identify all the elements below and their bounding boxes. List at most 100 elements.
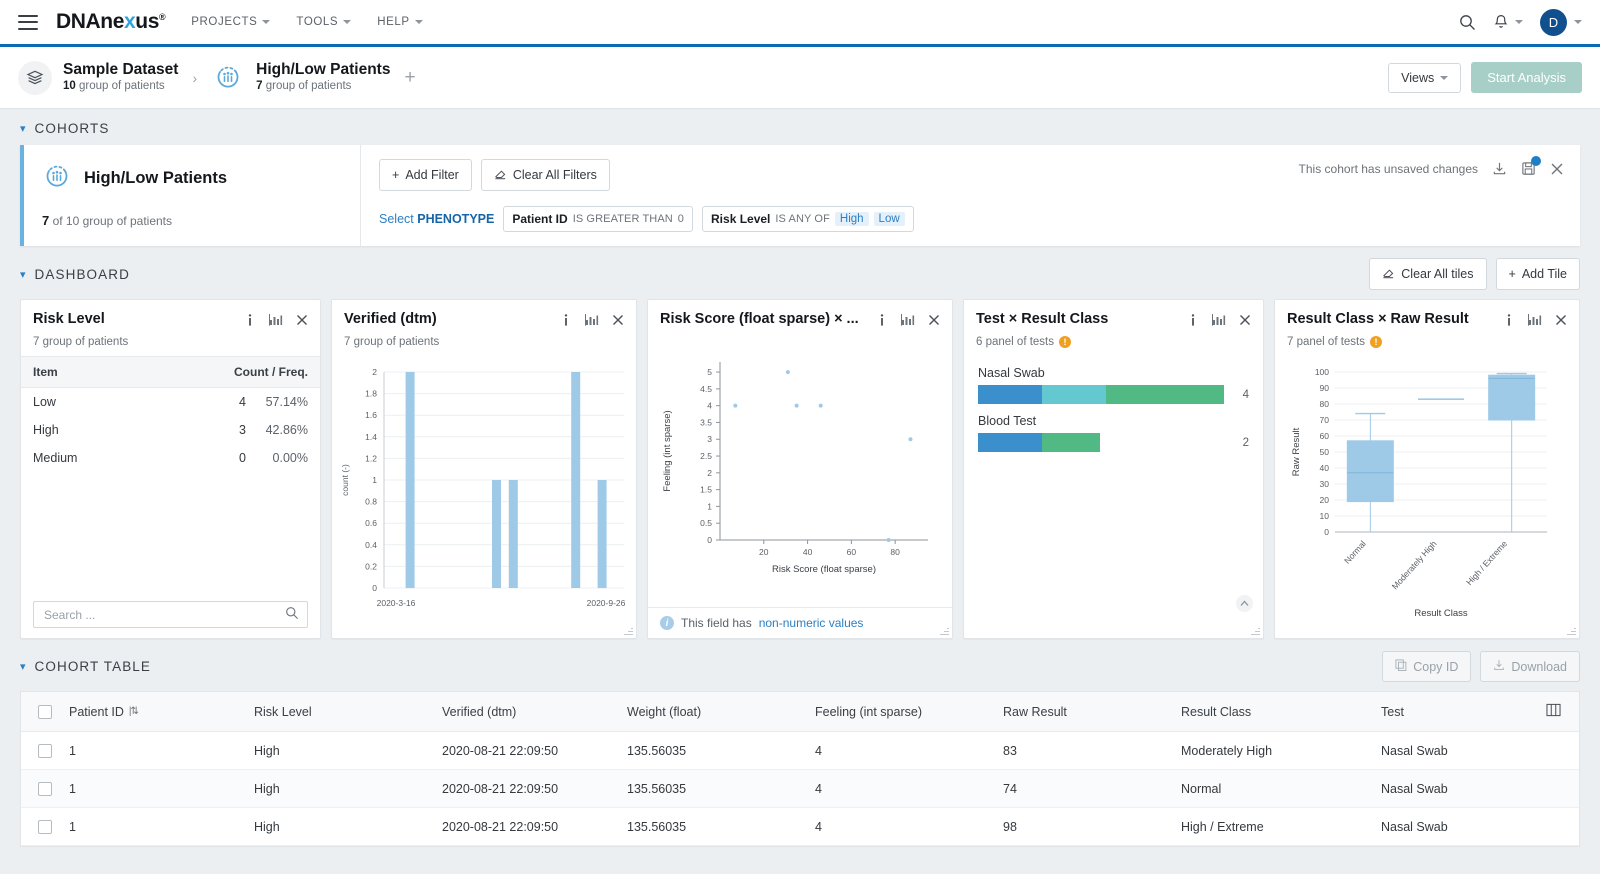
filter-pill-patient-id[interactable]: Patient ID IS GREATER THAN 0 — [503, 206, 694, 232]
close-icon[interactable] — [1550, 162, 1564, 176]
column-header-weight[interactable]: Weight (float) — [627, 705, 815, 719]
non-numeric-values-link[interactable]: non-numeric values — [759, 616, 864, 630]
chart-type-icon[interactable] — [585, 313, 599, 330]
close-icon[interactable] — [296, 314, 308, 329]
breadcrumb-cohort[interactable]: High/Low Patients 7 group of patients — [211, 61, 390, 95]
cohort-people-icon — [42, 162, 72, 195]
search-box[interactable] — [33, 601, 308, 628]
chart-type-icon[interactable] — [1212, 313, 1226, 330]
scatter-chart[interactable]: 0 0.5 1 1.5 2 2.5 3 3.5 4 4.5 5 20 40 60 80 Risk Score … — [648, 344, 952, 614]
boxplot-chart[interactable]: 0 10 20 30 40 50 60 70 80 90 100 Normal Moderately H… — [1275, 356, 1579, 636]
info-icon[interactable] — [1503, 313, 1515, 330]
frequency-row[interactable]: Low 4 57.14% — [21, 388, 320, 416]
row-checkbox[interactable] — [21, 819, 69, 834]
cell-test: Nasal Swab — [1381, 781, 1448, 796]
search-input[interactable] — [42, 606, 285, 623]
column-header-test[interactable]: Test — [1381, 705, 1541, 719]
clear-all-filters-button[interactable]: Clear All Filters — [480, 159, 610, 191]
tile-body: Nasal Swab 4 Blood Test 2 — [964, 356, 1263, 638]
nav-item-projects[interactable]: PROJECTS — [191, 16, 271, 28]
add-filter-button[interactable]: + Add Filter — [379, 159, 472, 191]
stacked-bar-row[interactable]: 4 — [978, 385, 1249, 404]
info-icon[interactable] — [244, 313, 256, 330]
cohorts-panel-wrap: High/Low Patients 7 of 10 group of patie… — [0, 145, 1600, 246]
filter-pill-risk-level[interactable]: Risk Level IS ANY OF High Low — [702, 206, 914, 232]
column-header-raw-result[interactable]: Raw Result — [1003, 705, 1181, 719]
save-cohort-icon[interactable] — [1521, 156, 1541, 176]
svg-text:4.5: 4.5 — [700, 384, 712, 394]
row-checkbox[interactable] — [21, 781, 69, 796]
clear-all-tiles-button[interactable]: Clear All tiles — [1369, 258, 1487, 290]
column-settings-icon[interactable] — [1546, 703, 1579, 720]
filter-chip-high[interactable]: High — [834, 212, 869, 226]
column-header-patient-id[interactable]: Patient ID |⇅ — [69, 705, 254, 719]
cell-patient-id: 1 — [69, 743, 76, 758]
frequency-row[interactable]: Medium 0 0.00% — [21, 444, 320, 472]
dataset-unit: group of patients — [79, 79, 165, 92]
user-avatar[interactable]: D — [1540, 8, 1567, 36]
column-header-risk-level[interactable]: Risk Level — [254, 705, 442, 719]
row-count: 3 — [239, 423, 246, 437]
filter-chip-low[interactable]: Low — [873, 212, 905, 226]
close-icon[interactable] — [1239, 314, 1251, 329]
search-icon[interactable] — [1459, 14, 1476, 31]
stacked-bar-nasal-swab[interactable] — [978, 385, 1224, 404]
cohort-summary: High/Low Patients 7 of 10 group of patie… — [24, 145, 360, 246]
copy-id-button[interactable]: Copy ID — [1382, 651, 1472, 682]
chart-type-icon[interactable] — [901, 313, 915, 330]
breadcrumb-dataset[interactable]: Sample Dataset 10 group of patients — [18, 60, 178, 95]
search-icon[interactable] — [285, 606, 299, 623]
frequency-row[interactable]: High 3 42.86% — [21, 416, 320, 444]
download-icon[interactable] — [1492, 161, 1507, 176]
hamburger-menu-icon[interactable] — [18, 14, 38, 30]
dataset-count: 10 — [63, 79, 76, 92]
info-icon[interactable] — [1187, 313, 1199, 330]
histogram-chart[interactable]: 0 0.2 0.4 0.6 0.8 1 1.2 1.4 1.6 1.8 2 2020-3-16 2020… — [332, 356, 636, 636]
stacked-bar-row[interactable]: 2 — [978, 433, 1249, 452]
warning-icon[interactable]: ! — [1370, 336, 1382, 348]
chevron-down-icon[interactable] — [1574, 20, 1582, 24]
resize-handle[interactable] — [1567, 626, 1576, 635]
row-freq: 42.86% — [265, 423, 308, 437]
close-icon[interactable] — [612, 314, 624, 329]
add-tile-button[interactable]: + Add Tile — [1495, 258, 1580, 290]
column-header-verified[interactable]: Verified (dtm) — [442, 705, 627, 719]
add-breadcrumb-button[interactable]: + — [404, 68, 415, 87]
table-row[interactable]: 1 High 2020-08-21 22:09:50 135.56035 4 7… — [21, 770, 1579, 808]
chevron-down-icon[interactable]: ▾ — [20, 268, 26, 281]
close-icon[interactable] — [928, 314, 940, 329]
column-header-result-class[interactable]: Result Class — [1181, 705, 1381, 719]
warning-icon[interactable]: ! — [1059, 336, 1071, 348]
chart-type-icon[interactable] — [1528, 313, 1542, 330]
chart-type-icon[interactable] — [269, 313, 283, 330]
select-phenotype-link[interactable]: Select PHENOTYPE — [379, 212, 494, 226]
sort-icon[interactable]: |⇅ — [129, 706, 139, 717]
views-button[interactable]: Views — [1388, 62, 1462, 93]
stacked-bar-blood-test[interactable] — [978, 433, 1100, 452]
close-icon[interactable] — [1555, 314, 1567, 329]
start-analysis-button[interactable]: Start Analysis — [1471, 62, 1582, 93]
nav-item-tools[interactable]: TOOLS — [296, 16, 352, 28]
info-icon[interactable] — [560, 313, 572, 330]
notifications-bell-icon[interactable] — [1493, 14, 1523, 31]
nav-item-help[interactable]: HELP — [377, 16, 423, 28]
chevron-down-icon[interactable]: ▾ — [20, 122, 26, 135]
nav-label-tools: TOOLS — [296, 16, 339, 28]
table-row[interactable]: 1 High 2020-08-21 22:09:50 135.56035 4 9… — [21, 808, 1579, 846]
resize-handle[interactable] — [1251, 626, 1260, 635]
info-icon[interactable] — [876, 313, 888, 330]
table-row[interactable]: 1 High 2020-08-21 22:09:50 135.56035 4 8… — [21, 732, 1579, 770]
resize-handle[interactable] — [624, 626, 633, 635]
row-checkbox[interactable] — [21, 743, 69, 758]
dnanexus-logo[interactable]: DNAnexus® — [56, 10, 166, 34]
resize-handle[interactable] — [940, 626, 949, 635]
download-button[interactable]: Download — [1480, 651, 1580, 682]
svg-text:20: 20 — [1320, 495, 1330, 505]
chevron-down-icon — [262, 20, 271, 24]
column-header-feeling[interactable]: Feeling (int sparse) — [815, 705, 1003, 719]
chevron-down-icon[interactable]: ▾ — [20, 660, 26, 673]
svg-text:High / Extreme: High / Extreme — [1464, 538, 1509, 587]
row-count: 0 — [239, 451, 246, 465]
select-all-checkbox[interactable] — [21, 704, 69, 719]
collapse-up-icon[interactable] — [1236, 595, 1253, 612]
